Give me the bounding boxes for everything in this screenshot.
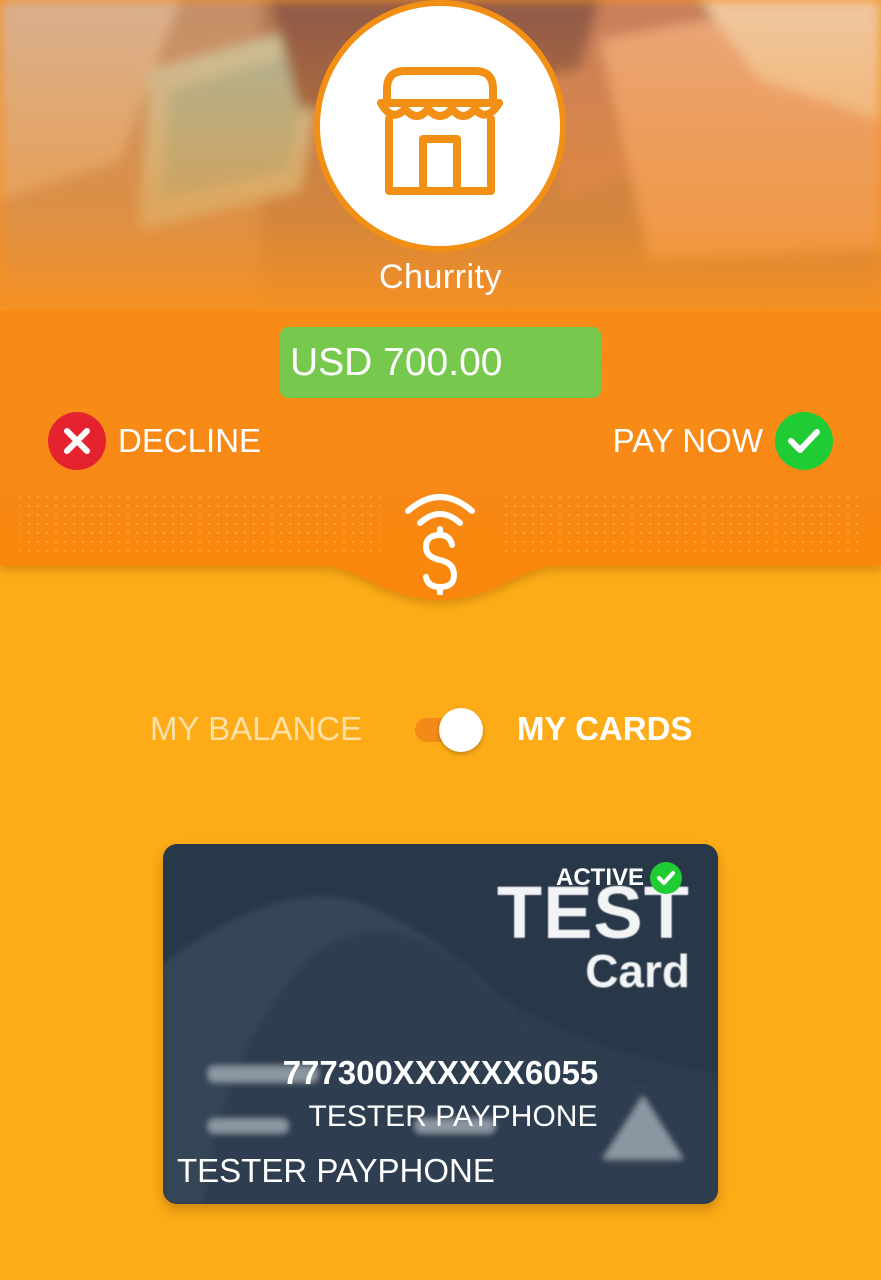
merchant-name: Churrity <box>378 258 503 296</box>
my-cards-label[interactable]: MY CARDS <box>517 710 692 748</box>
card-holder-name: TESTER PAYPHONE <box>308 1100 598 1133</box>
contactless-payment-icon <box>405 494 475 595</box>
check-icon <box>775 412 833 470</box>
pay-now-label: PAY NOW <box>612 422 763 459</box>
merchant-logo <box>314 0 566 252</box>
my-balance-label[interactable]: MY BALANCE <box>150 710 362 748</box>
decline-label: DECLINE <box>118 422 262 459</box>
card-holder-name-bottom: TESTER PAYPHONE <box>177 1152 495 1189</box>
card-status-label: ACTIVE <box>556 864 645 891</box>
payment-card[interactable]: TEST Card ACTIVE 777300XXXXXX6055 TESTER… <box>163 844 718 1204</box>
payment-screen: Churrity USD 700.00 DECLINE PAY NOW MY B… <box>0 0 881 1280</box>
pay-now-button[interactable]: PAY NOW <box>613 412 833 470</box>
card-brand-subtitle: Card <box>585 945 690 997</box>
decline-button[interactable]: DECLINE <box>48 412 261 470</box>
card-number: 777300XXXXXX6055 <box>282 1054 599 1091</box>
close-icon <box>48 412 106 470</box>
switch-thumb <box>439 708 483 752</box>
payment-amount: USD 700.00 <box>280 327 601 398</box>
payment-header-panel: Churrity USD 700.00 DECLINE PAY NOW <box>0 0 881 620</box>
payment-source-toggle-row: MY BALANCE MY CARDS <box>0 700 881 760</box>
payment-source-switch[interactable] <box>415 708 487 752</box>
check-icon <box>650 862 683 894</box>
card-status-badge: ACTIVE <box>556 862 683 894</box>
store-icon <box>377 67 503 195</box>
